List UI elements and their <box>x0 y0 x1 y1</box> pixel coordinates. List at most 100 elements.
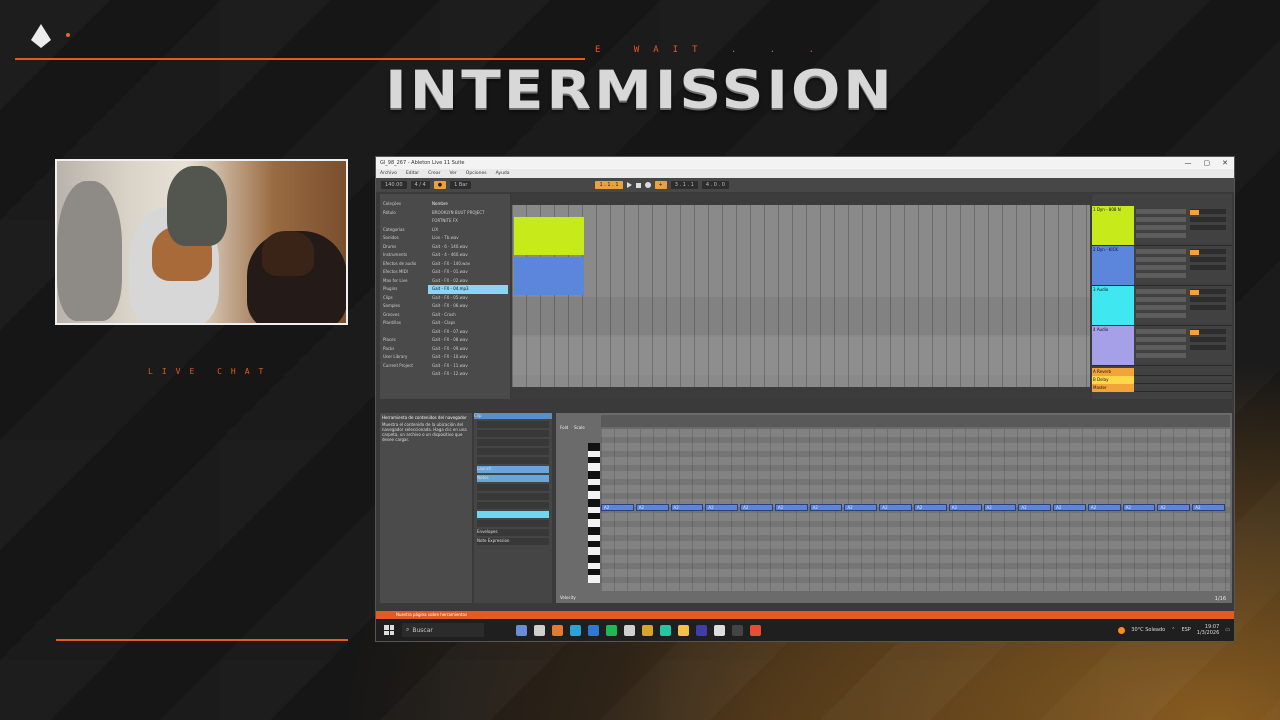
arrangement-grid[interactable] <box>512 205 1090 387</box>
language-indicator[interactable]: ESP <box>1181 627 1190 633</box>
envelopes-header[interactable]: Envelopes <box>477 529 549 536</box>
notification-icon[interactable]: ▭ <box>1225 627 1230 633</box>
track-4-routing[interactable] <box>1136 329 1186 359</box>
track-3-header[interactable]: 3 Audio <box>1092 286 1134 325</box>
midi-note[interactable]: A2 <box>1087 504 1121 511</box>
midi-ruler[interactable] <box>601 415 1230 427</box>
menu-ver[interactable]: Ver <box>449 171 456 176</box>
midi-note[interactable]: A2 <box>740 504 773 511</box>
midi-note[interactable]: A2 <box>914 504 947 511</box>
close-button[interactable]: ✕ <box>1222 159 1228 167</box>
master-track[interactable]: Master <box>1092 384 1232 392</box>
signature-field[interactable]: 4 / 4 <box>410 181 430 189</box>
reverse-invert[interactable] <box>477 493 549 500</box>
note-expression-header[interactable]: Note Expression <box>477 538 549 545</box>
browser-file[interactable]: Gait - Claps <box>428 319 508 328</box>
midi-note[interactable]: A2 <box>1192 504 1225 511</box>
clip-loop-field[interactable] <box>477 439 549 446</box>
browser-category[interactable]: Efectos de audio <box>383 260 425 269</box>
spotify-icon[interactable] <box>606 624 617 636</box>
midi-note[interactable]: A2 <box>1053 504 1086 511</box>
browser-file[interactable]: Gait - FX - 04.mp3 <box>428 285 508 294</box>
quantize-field[interactable]: 1 Bar <box>450 181 472 189</box>
randomize-button[interactable] <box>477 511 549 518</box>
transpose-field[interactable] <box>477 484 549 491</box>
browser-file[interactable]: FORTNITE FX <box>428 217 508 226</box>
browser-category[interactable]: Rótulo <box>383 209 425 218</box>
launch-header[interactable]: Launch <box>477 466 549 473</box>
browser-file[interactable]: Gait - 4 - 460.wav <box>428 251 508 260</box>
taskbar-search[interactable]: ⌕ Buscar <box>402 623 484 637</box>
clip-808[interactable] <box>514 217 584 255</box>
menu-crear[interactable]: Crear <box>428 171 440 176</box>
arrangement-view[interactable] <box>512 194 1090 399</box>
track-1-activator[interactable] <box>1190 210 1199 215</box>
clip-start-field[interactable] <box>477 421 549 428</box>
metronome-button[interactable]: ● <box>433 181 447 189</box>
midi-note[interactable]: A2 <box>983 504 1017 511</box>
mixer-track-2[interactable]: 2 Dyn - KICK <box>1092 246 1232 286</box>
return-a-header[interactable]: A Reverb <box>1092 368 1134 376</box>
chrome-icon[interactable] <box>642 624 653 636</box>
mixer-track-3[interactable]: 3 Audio <box>1092 286 1232 326</box>
clip-end-field[interactable] <box>477 430 549 437</box>
browser-category[interactable]: Plugins <box>383 285 425 294</box>
arrangement-timebar[interactable] <box>512 387 1090 399</box>
browser-category[interactable]: Current Project <box>383 362 425 371</box>
browser-file[interactable]: BROOKLYN BUUT PROJECT <box>428 209 508 218</box>
browser-category[interactable]: Packs <box>383 345 425 354</box>
browser-file[interactable]: Gait - FX - 07.wav <box>428 328 508 337</box>
browser-category[interactable]: User Library <box>383 353 425 362</box>
browser-category[interactable]: Plantillas <box>383 319 425 328</box>
track-1-header[interactable]: 1 Dyn - 808 N <box>1092 206 1134 245</box>
browser-category[interactable]: Categorías <box>383 226 425 235</box>
browser-category[interactable]: Clips <box>383 294 425 303</box>
browser-file[interactable]: Gait - FX - 09.wav <box>428 345 508 354</box>
midi-note[interactable]: A2 <box>601 504 634 511</box>
track-2-activator[interactable] <box>1190 250 1199 255</box>
midi-note[interactable]: A2 <box>1122 504 1156 511</box>
master-header[interactable]: Master <box>1092 384 1134 392</box>
windows-start-icon[interactable] <box>384 625 394 635</box>
chrome-icon-2[interactable] <box>750 624 761 636</box>
menu-ayuda[interactable]: Ayuda <box>496 171 510 176</box>
browser-file[interactable]: Gait - Crash <box>428 311 508 320</box>
track-4-header[interactable]: 4 Audio <box>1092 326 1134 365</box>
ableton-icon[interactable] <box>732 624 743 636</box>
midi-note[interactable]: A2 <box>1018 504 1052 511</box>
track-3-activator[interactable] <box>1190 290 1199 295</box>
ableton-window[interactable]: Gl_98_267 - Ableton Live 11 Suite — ▢ ✕ … <box>375 156 1235 642</box>
midi-note[interactable]: A2 <box>809 504 843 511</box>
return-b-header[interactable]: B Delay <box>1092 376 1134 384</box>
task-view-icon[interactable] <box>534 624 545 636</box>
loop-start-field[interactable]: 3 . 1 . 1 <box>670 181 698 189</box>
browser-category[interactable] <box>383 217 425 226</box>
track-2-header[interactable]: 2 Dyn - KICK <box>1092 246 1134 285</box>
track-empty-3[interactable] <box>512 297 1090 335</box>
edge-icon[interactable] <box>570 624 581 636</box>
tempo-field[interactable]: 140.00 <box>381 181 407 189</box>
track-2-routing[interactable] <box>1136 249 1186 279</box>
weather-icon[interactable] <box>1118 626 1126 634</box>
browser-category[interactable]: Max for Live <box>383 277 425 286</box>
legato-duplicate[interactable] <box>477 502 549 509</box>
track-4-activator[interactable] <box>1190 330 1199 335</box>
browser-file[interactable]: Gait - 6 - 140.wav <box>428 243 508 252</box>
grid-fraction[interactable]: 1/16 <box>1215 596 1226 602</box>
browser-file[interactable]: Gait - FX - 06.wav <box>428 302 508 311</box>
browser-file[interactable]: Gait - FX - 140.wav <box>428 260 508 269</box>
midi-note[interactable]: A2 <box>948 504 982 511</box>
midi-note[interactable]: A2 <box>844 504 878 511</box>
loop-length-field[interactable]: 4 . 0 . 0 <box>701 181 729 189</box>
fold-button[interactable]: Fold <box>560 425 568 430</box>
browser-category[interactable]: Coleções <box>383 200 425 209</box>
midi-note[interactable]: A2 <box>670 504 704 511</box>
midi-note[interactable]: A2 <box>635 504 669 511</box>
clip-kick[interactable] <box>514 257 584 295</box>
return-b[interactable]: B Delay <box>1092 376 1232 384</box>
scale-button[interactable]: Scale <box>574 425 585 430</box>
track-3-routing[interactable] <box>1136 289 1186 319</box>
clock[interactable]: 19:07 1/3/2026 <box>1197 624 1219 636</box>
browser-file[interactable]: Gait - FX - 05.wav <box>428 294 508 303</box>
mixer-track-4[interactable]: 4 Audio <box>1092 326 1232 366</box>
